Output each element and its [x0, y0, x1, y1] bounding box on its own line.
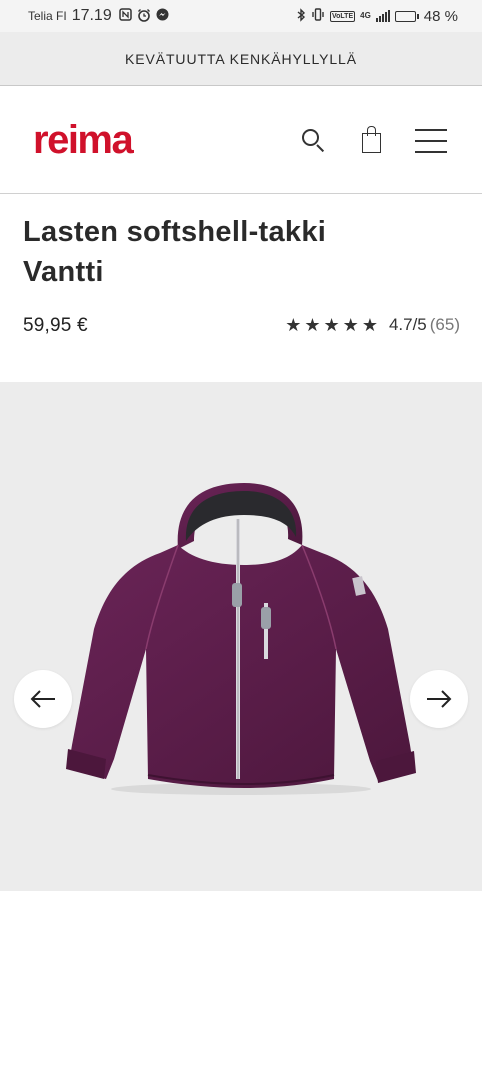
carrier-name: Telia FI — [28, 9, 67, 23]
promo-banner[interactable]: KEVÄTUUTTA KENKÄHYLLYLLÄ — [0, 32, 482, 86]
rating-value: 4.7/5 — [388, 315, 427, 334]
product-title-line2: Vantti — [23, 256, 104, 288]
next-image-button[interactable] — [410, 670, 468, 728]
bluetooth-icon — [297, 7, 306, 25]
previous-image-button[interactable] — [14, 670, 72, 728]
star-icon: ★ — [342, 315, 359, 335]
shopping-bag-button[interactable] — [352, 123, 392, 159]
menu-button[interactable] — [413, 123, 449, 159]
search-button[interactable] — [294, 123, 334, 159]
star-icon: ★ — [361, 315, 378, 335]
status-bar-left: Telia FI 17.19 — [28, 7, 169, 25]
signal-icon — [375, 10, 390, 22]
vibrate-icon — [311, 8, 325, 24]
status-bar: Telia FI 17.19 VoLTE 4G 48 % — [0, 0, 482, 32]
battery-percent: 48 % — [423, 7, 458, 25]
messenger-icon — [156, 8, 169, 24]
arrow-left-icon — [30, 690, 55, 708]
nfc-icon — [118, 8, 132, 24]
brand-logo[interactable]: reima — [33, 118, 134, 162]
status-bar-right: VoLTE 4G 48 % — [297, 8, 458, 25]
arrow-right-icon — [427, 690, 452, 708]
product-title-line1: Lasten softshell-takki — [23, 216, 327, 248]
rating-stars: ★ ★ ★ ★ ★ — [285, 315, 378, 335]
product-image — [66, 483, 416, 795]
star-icon: ★ — [323, 315, 340, 335]
volte-icon: VoLTE — [329, 10, 356, 22]
product-gallery[interactable] — [0, 382, 482, 891]
site-header: reima — [0, 87, 482, 194]
product-rating[interactable]: ★ ★ ★ ★ ★ 4.7/5 (65) — [285, 315, 460, 335]
star-icon: ★ — [304, 315, 321, 335]
product-price: 59,95 € — [23, 315, 88, 336]
alarm-icon — [137, 8, 151, 25]
star-icon: ★ — [285, 315, 302, 335]
clock: 17.19 — [71, 7, 112, 24]
promo-banner-text: KEVÄTUUTTA KENKÄHYLLYLLÄ — [125, 50, 357, 67]
rating-count: (65) — [429, 315, 460, 334]
product-title: Lasten softshell-takki Vantti — [23, 212, 443, 292]
network-type: 4G — [360, 11, 371, 20]
battery-icon — [394, 10, 419, 22]
